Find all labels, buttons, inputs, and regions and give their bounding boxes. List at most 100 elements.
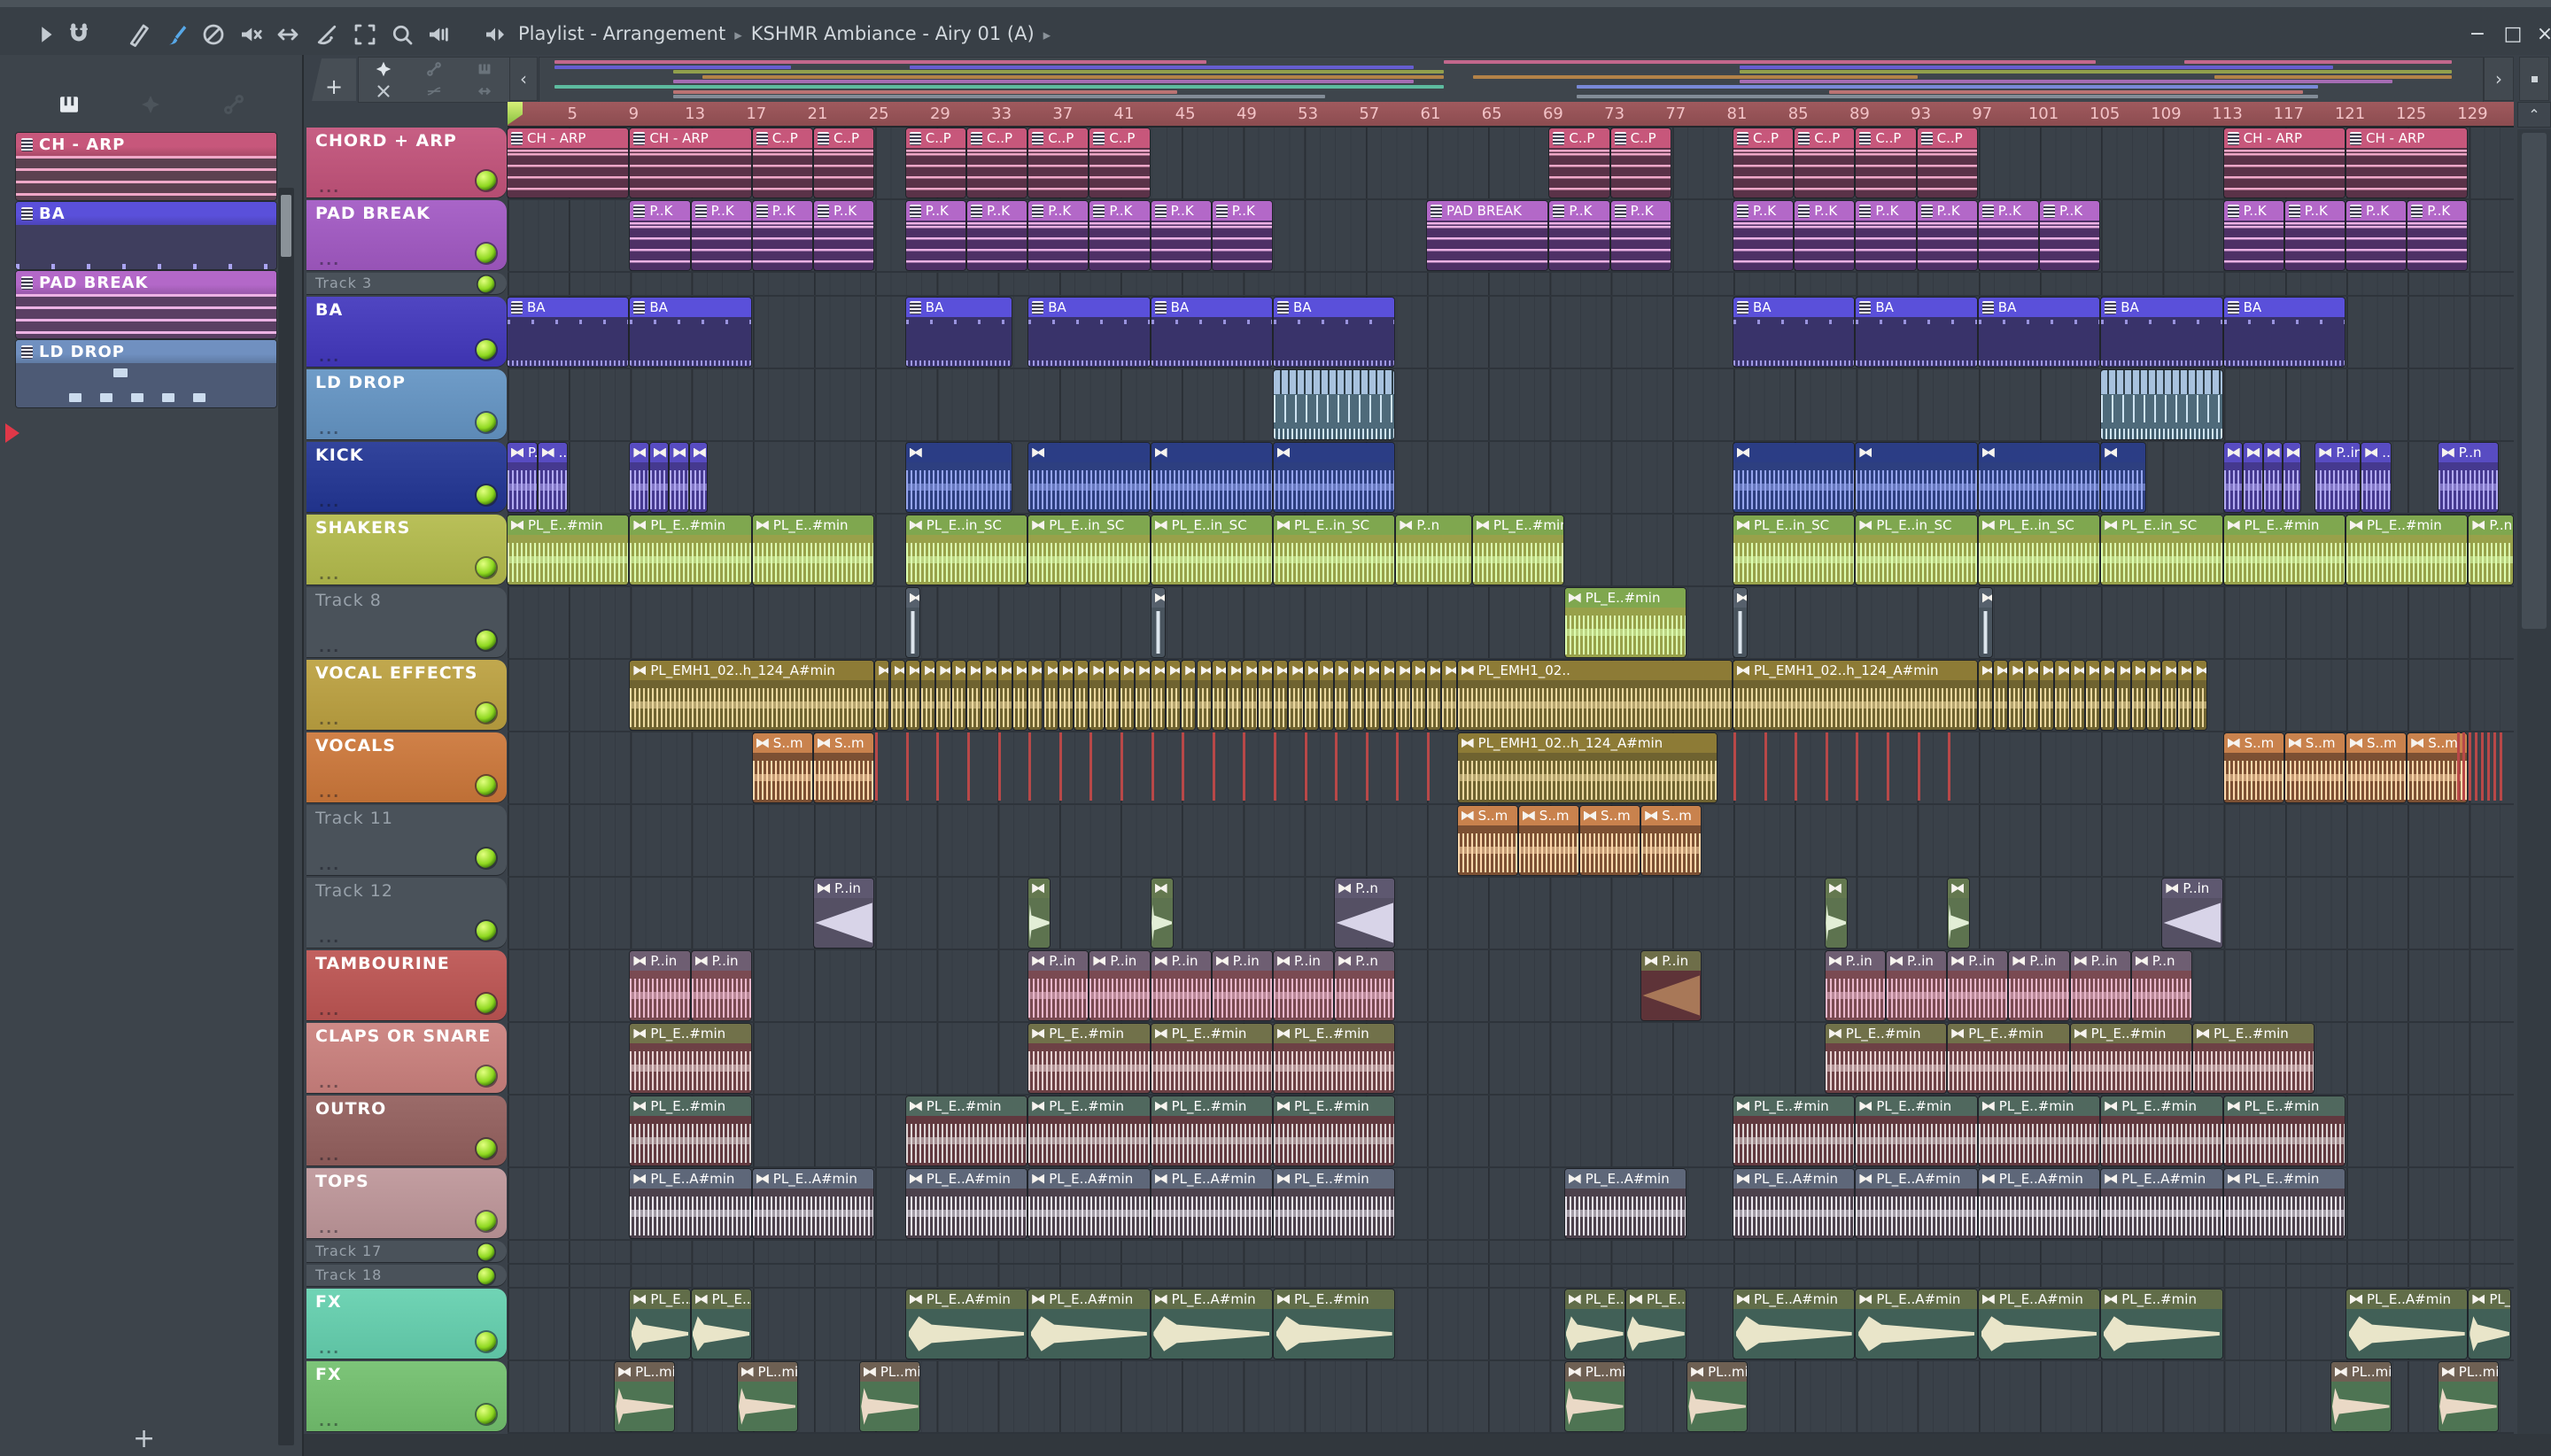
add-pattern-button[interactable]: + [133, 1423, 155, 1454]
clip-audio[interactable]: P..in [1212, 951, 1272, 1020]
track-options-dots[interactable]: ... [319, 493, 340, 510]
clip-pattern[interactable]: P..K [752, 201, 812, 270]
audio-sliver-clip[interactable] [1764, 732, 1767, 801]
track-options-dots[interactable]: ... [319, 1002, 340, 1018]
clip-pattern[interactable]: P..K [1151, 201, 1211, 270]
clip-audio[interactable] [951, 661, 965, 730]
track-header-kick[interactable]: KICK... [306, 442, 507, 512]
track-header-track-8[interactable]: Track 8... [306, 587, 507, 657]
audio-sliver-clip[interactable] [967, 732, 970, 801]
pattern-scrollbar-handle[interactable] [281, 195, 291, 257]
vertical-scrollbar-handle[interactable] [2522, 133, 2547, 629]
clip-pattern[interactable]: BA [2101, 298, 2222, 367]
track-header-fx[interactable]: FX... [306, 1361, 507, 1431]
clip-audio[interactable]: S..m [2284, 733, 2345, 802]
track-mute-led[interactable] [477, 776, 496, 795]
clip-audio[interactable]: P..in [814, 879, 874, 948]
clip-audio[interactable] [2162, 661, 2176, 730]
clip-audio[interactable] [1396, 661, 1410, 730]
timeline-ruler[interactable]: 5 9 13 17 21 25 29 33 37 41 45 49 53 57 61 65 69 73 77 81 85… [508, 102, 2514, 128]
clip-audio[interactable] [1258, 661, 1272, 730]
clip-pattern[interactable]: P..K [967, 201, 1027, 270]
clip-audio[interactable] [670, 443, 688, 512]
track-mute-led[interactable] [477, 1332, 496, 1351]
clip-audio[interactable]: PL_E..#min [1274, 1289, 1395, 1359]
audio-sliver-clip[interactable] [2469, 732, 2472, 801]
clip-pattern[interactable]: BA [508, 298, 629, 367]
track-header-claps-or-snare[interactable]: CLAPS OR SNARE... [306, 1023, 507, 1093]
clip-audio[interactable]: S..m [1518, 806, 1578, 875]
clip-audio[interactable] [1381, 661, 1395, 730]
zoom-icon[interactable] [387, 19, 417, 50]
clip-audio[interactable]: S..m [1641, 806, 1702, 875]
clip-audio[interactable]: PL_E..#min [630, 515, 751, 585]
clip-pattern[interactable]: P..K [2040, 201, 2100, 270]
clip-audio[interactable] [1304, 661, 1318, 730]
clip-audio[interactable] [1856, 443, 1977, 512]
track-options-dots[interactable]: ... [319, 348, 340, 365]
arrangement-overview-scrollbar[interactable] [539, 57, 2484, 103]
clip-audio[interactable] [630, 443, 648, 512]
clip-audio[interactable]: PL_E..in_SC [1856, 515, 1977, 585]
clip-audio[interactable]: P..in [2070, 951, 2130, 1020]
clip-audio[interactable] [1151, 879, 1173, 948]
track-header-tops[interactable]: TOPS... [306, 1168, 507, 1238]
paint-brush-icon[interactable] [161, 19, 191, 50]
track-mute-led[interactable] [477, 485, 496, 505]
clip-audio[interactable]: PL..min [615, 1362, 675, 1431]
clip-audio[interactable] [1411, 661, 1425, 730]
clip-audio[interactable]: S..m [1580, 806, 1640, 875]
clip-audio[interactable] [1978, 661, 1993, 730]
pattern-item[interactable]: PAD BREAK [16, 271, 276, 338]
clip-audio[interactable] [1994, 661, 2008, 730]
snap-magnet-icon[interactable] [64, 19, 94, 50]
clip-audio[interactable]: PL_E..A#min [1733, 1169, 1855, 1238]
clip-audio[interactable] [1733, 443, 1855, 512]
audio-sliver-clip[interactable] [1274, 732, 1276, 801]
track-options-dots[interactable]: ... [319, 1220, 340, 1236]
clip-audio[interactable] [967, 661, 981, 730]
clip-audio[interactable]: PL_E..A#min [1028, 1169, 1150, 1238]
clip-audio[interactable] [2193, 661, 2207, 730]
audio-sliver-clip[interactable] [1182, 732, 1185, 801]
pattern-item[interactable]: CH - ARP [16, 133, 276, 200]
clip-audio[interactable]: PL_E..A#min [1151, 1169, 1272, 1238]
audio-sliver-clip[interactable] [1365, 732, 1369, 801]
clip-audio[interactable]: PL_E..in_SC [1274, 515, 1395, 585]
clip-audio[interactable] [1012, 661, 1027, 730]
clip-pattern[interactable]: C..P [967, 128, 1027, 197]
new-arrangement-tab[interactable]: + [312, 58, 356, 101]
clip-audio[interactable]: PL_E..A#min [905, 1169, 1027, 1238]
clip-audio[interactable]: S..m [814, 733, 874, 802]
pattern-item-header[interactable]: CH - ARP [16, 133, 276, 156]
clip-pattern[interactable]: P..K [1978, 201, 2038, 270]
audio-clips-icon[interactable] [359, 58, 409, 80]
clip-pattern[interactable]: C..P [1028, 128, 1089, 197]
clip-audio[interactable] [2024, 661, 2038, 730]
clip-audio[interactable] [1319, 661, 1334, 730]
clip-pattern[interactable]: P..K [905, 201, 965, 270]
clip-audio[interactable]: PL_E..A#min [1564, 1289, 1624, 1359]
clip-audio[interactable]: PL_E..#min [1564, 588, 1686, 657]
clip-pattern[interactable]: P..K [2346, 201, 2407, 270]
scroll-up-button[interactable]: ⌃ [2517, 102, 2551, 128]
scroll-left-button[interactable]: ‹ [509, 57, 538, 101]
clip-pattern[interactable]: P..K [691, 201, 751, 270]
clip-audio[interactable] [1074, 661, 1089, 730]
select-icon[interactable] [350, 19, 380, 50]
clip-audio[interactable]: PL_E..#min [1028, 1096, 1150, 1166]
track-mute-led[interactable] [477, 275, 495, 293]
clip-audio[interactable]: PL_E..#min [1028, 1024, 1150, 1093]
clip-audio[interactable]: PL..min [2438, 1362, 2498, 1431]
clip-audio[interactable] [1151, 588, 1165, 657]
clip-audio[interactable]: PL_E..in_SC [905, 515, 1027, 585]
play-icon[interactable] [30, 19, 60, 50]
track-header-track-12[interactable]: Track 12... [306, 878, 507, 948]
clip-audio[interactable] [2263, 443, 2283, 512]
clip-audio[interactable] [2085, 661, 2100, 730]
stretch-icon[interactable] [459, 80, 509, 102]
playback-icon[interactable] [423, 19, 454, 50]
clip-audio[interactable] [1089, 661, 1104, 730]
clip-audio[interactable]: PL_E..#min [508, 515, 629, 585]
clip-audio[interactable]: P..in [1151, 951, 1211, 1020]
